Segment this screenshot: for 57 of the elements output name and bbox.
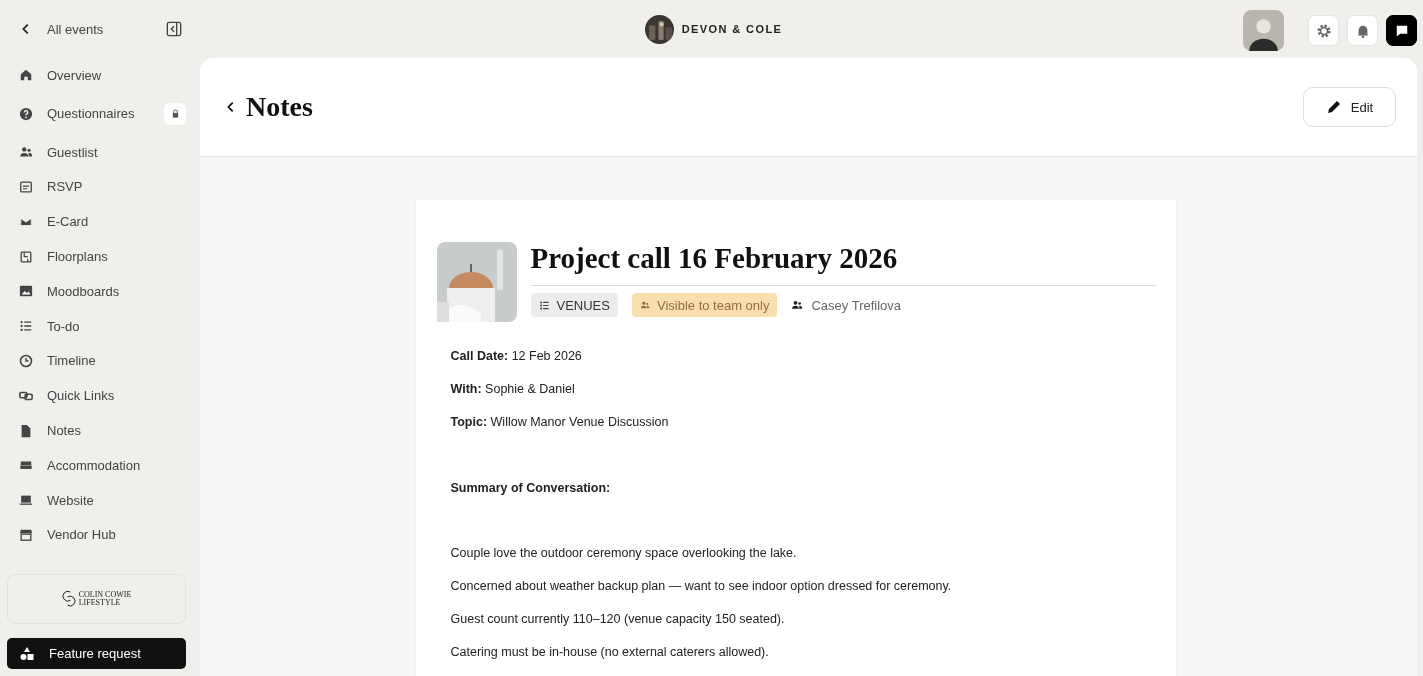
pencil-icon <box>1325 99 1342 115</box>
nav-item[interactable]: Moodboards <box>47 283 120 299</box>
nav-item[interactable]: Overview <box>47 67 102 83</box>
laptop-icon <box>19 493 33 508</box>
note-paragraph: Call Date: 12 Feb 2026 <box>450 348 583 365</box>
visibility-text: Visible to team only <box>656 297 770 313</box>
home-icon <box>19 68 33 83</box>
settings-icon <box>1315 22 1332 39</box>
section-heading: Summary of Conversation: <box>450 480 612 497</box>
monogram-icon <box>61 589 76 609</box>
nav-item[interactable]: To-do <box>47 318 80 334</box>
nav-item[interactable]: Quick Links <box>47 388 115 404</box>
note-paragraph: With: Sophie & Daniel <box>450 381 576 398</box>
chat-button[interactable] <box>1386 15 1417 46</box>
all-events-link[interactable]: All events <box>47 20 107 38</box>
nav-item[interactable]: Website <box>47 492 94 508</box>
nav-item[interactable]: Guestlist <box>47 144 98 160</box>
edit-button[interactable]: Edit <box>1303 87 1396 127</box>
clock-icon <box>19 353 33 368</box>
people-icon <box>639 300 650 310</box>
store-icon <box>19 527 33 542</box>
nav-item[interactable]: Accommodation <box>47 457 141 473</box>
nav-item[interactable]: Timeline <box>47 353 96 369</box>
note-paragraph: Guest count currently 110–120 (venue capacity 150 seated). <box>450 611 786 628</box>
notifications-button[interactable] <box>1347 15 1378 46</box>
feature-request-button[interactable]: Feature request <box>7 638 186 669</box>
nav-item[interactable]: RSVP <box>47 179 83 195</box>
floor-icon <box>19 249 33 264</box>
note-paragraph: Concerned about weather backup plan — want to see indoor option dressed for ceremony. <box>450 578 953 595</box>
lock-icon <box>170 109 180 119</box>
author-name: Casey Trefilova <box>811 297 902 313</box>
nav-item[interactable]: Notes <box>47 423 81 439</box>
avatar[interactable] <box>1243 10 1284 51</box>
collapse-sidebar-icon[interactable] <box>166 21 182 37</box>
list-icon <box>19 319 33 334</box>
question-icon <box>19 106 33 121</box>
page-title: Notes <box>246 91 313 123</box>
people-icon <box>791 299 804 311</box>
note-title: Project call 16 February 2026 <box>530 242 1156 286</box>
shapes-icon <box>19 645 35 662</box>
event-name: DEVON & COLE <box>681 23 783 35</box>
note-paragraph: Couple love the outdoor ceremony space overlooking the lake. <box>450 545 798 562</box>
settings-button[interactable] <box>1308 15 1339 46</box>
brand-text: COLIN COWIE <box>78 591 132 599</box>
chat-icon <box>1394 23 1409 38</box>
category-text: VENUES <box>556 297 610 313</box>
nav-item[interactable]: Vendor Hub <box>47 527 116 543</box>
list-icon <box>538 299 550 311</box>
nav-item[interactable]: E-Card <box>47 214 89 230</box>
nav-item[interactable]: Questionnaires <box>47 106 135 122</box>
note-paragraph: Topic: Willow Manor Venue Discussion <box>450 414 670 431</box>
image-icon <box>19 284 33 299</box>
note-paragraph: Catering must be in-house (no external caterers allowed). <box>450 644 770 661</box>
nav-item[interactable]: Floorplans <box>47 249 108 265</box>
file-icon <box>19 423 33 438</box>
rsvp-icon <box>19 180 33 194</box>
brand-text: LIFESTYLE <box>78 599 122 607</box>
